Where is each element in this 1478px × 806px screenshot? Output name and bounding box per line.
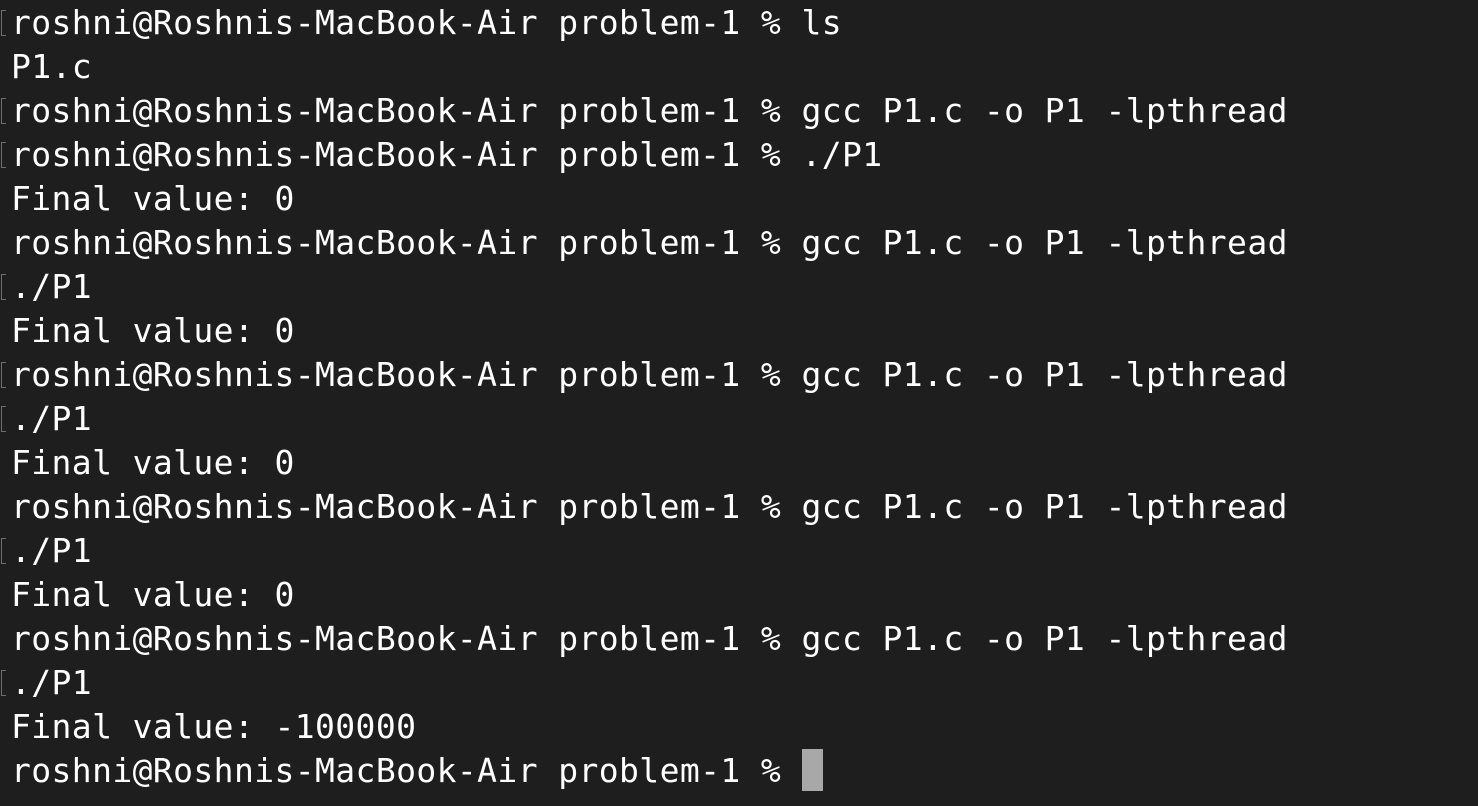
command-mark-icon <box>1 538 6 564</box>
terminal-output: roshni@Roshnis-MacBook-Air problem-1 % l… <box>0 1 1478 749</box>
command-mark-icon <box>1 274 6 300</box>
terminal-line-text: roshni@Roshnis-MacBook-Air problem-1 % g… <box>11 487 1288 526</box>
terminal-prompt-line[interactable]: roshni@Roshnis-MacBook-Air problem-1 % <box>0 749 1478 793</box>
command-mark-icon <box>1 98 6 124</box>
text-cursor <box>802 749 824 791</box>
terminal-line: roshni@Roshnis-MacBook-Air problem-1 % g… <box>0 617 1478 661</box>
terminal-line-text: roshni@Roshnis-MacBook-Air problem-1 % l… <box>11 3 842 42</box>
terminal-line: roshni@Roshnis-MacBook-Air problem-1 % g… <box>0 485 1478 529</box>
command-mark-icon <box>1 142 6 168</box>
terminal-line-text: roshni@Roshnis-MacBook-Air problem-1 % g… <box>11 355 1288 394</box>
terminal-line-text: roshni@Roshnis-MacBook-Air problem-1 % .… <box>11 135 883 174</box>
terminal-line-text: roshni@Roshnis-MacBook-Air problem-1 % g… <box>11 619 1288 658</box>
terminal-line-text: ./P1 <box>11 267 93 306</box>
terminal-line: Final value: 0 <box>0 177 1478 221</box>
terminal-line: ./P1 <box>0 661 1478 705</box>
prompt-text: roshni@Roshnis-MacBook-Air problem-1 % <box>11 751 802 790</box>
terminal-line-text: Final value: 0 <box>11 443 295 482</box>
terminal-line: ./P1 <box>0 265 1478 309</box>
command-mark-icon <box>1 10 6 36</box>
terminal-line: ./P1 <box>0 397 1478 441</box>
terminal-line: Final value: 0 <box>0 573 1478 617</box>
terminal-line-text: roshni@Roshnis-MacBook-Air problem-1 % g… <box>11 91 1288 130</box>
terminal-line: Final value: 0 <box>0 441 1478 485</box>
command-mark-icon <box>1 670 6 696</box>
terminal-line: roshni@Roshnis-MacBook-Air problem-1 % g… <box>0 221 1478 265</box>
terminal-line: roshni@Roshnis-MacBook-Air problem-1 % g… <box>0 353 1478 397</box>
terminal-line-text: roshni@Roshnis-MacBook-Air problem-1 % g… <box>11 223 1288 262</box>
command-mark-icon <box>1 406 6 432</box>
terminal-line: P1.c <box>0 45 1478 89</box>
terminal-line-text: Final value: 0 <box>11 179 295 218</box>
terminal-line: roshni@Roshnis-MacBook-Air problem-1 % l… <box>0 1 1478 45</box>
terminal-line: Final value: 0 <box>0 309 1478 353</box>
terminal-line-text: Final value: 0 <box>11 575 295 614</box>
terminal-line: roshni@Roshnis-MacBook-Air problem-1 % .… <box>0 133 1478 177</box>
terminal-line: roshni@Roshnis-MacBook-Air problem-1 % g… <box>0 89 1478 133</box>
terminal-line-text: ./P1 <box>11 531 93 570</box>
terminal-line: ./P1 <box>0 529 1478 573</box>
terminal-line: Final value: -100000 <box>0 705 1478 749</box>
terminal-line-text: ./P1 <box>11 663 93 702</box>
command-mark-icon <box>1 362 6 388</box>
terminal-line-text: P1.c <box>11 47 93 86</box>
terminal-line-text: ./P1 <box>11 399 93 438</box>
terminal-line-text: Final value: -100000 <box>11 707 417 746</box>
terminal-window[interactable]: roshni@Roshnis-MacBook-Air problem-1 % l… <box>0 0 1478 806</box>
terminal-line-text: Final value: 0 <box>11 311 295 350</box>
